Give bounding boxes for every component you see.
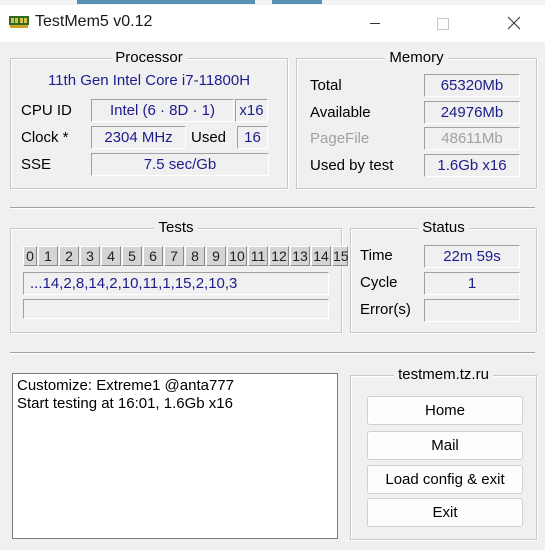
errors-value (424, 299, 520, 322)
pagefile-label: PageFile (310, 130, 370, 147)
log-line: Start testing at 16:01, 1.6Gb x16 (17, 395, 233, 412)
background-accent (77, 0, 255, 4)
test-cell: 6 (143, 246, 163, 266)
title-bar[interactable]: TestMem5 v0.12 (0, 5, 545, 42)
test-cell: 12 (269, 246, 289, 266)
test-cell: 13 (290, 246, 310, 266)
minimize-icon (370, 23, 380, 24)
mail-button[interactable]: Mail (367, 431, 523, 460)
processor-title: Processor (111, 49, 187, 66)
close-button[interactable] (491, 5, 537, 42)
maximize-icon (437, 18, 449, 30)
test-cell: 2 (59, 246, 79, 266)
test-cell: 15 (332, 246, 349, 266)
used-label: Used (191, 129, 227, 146)
cpu-threads-value: x16 (235, 99, 268, 122)
test-cell: 3 (80, 246, 100, 266)
tests-group: Tests 0 1 2 3 4 5 6 7 8 9 10 11 12 13 14 15 ...14,2,8,1… (10, 219, 349, 333)
tests-title: Tests (154, 219, 198, 236)
log-line: Customize: Extreme1 @anta777 (17, 377, 234, 394)
client-area: Processor 11th Gen Intel Core i7-11800H … (0, 42, 545, 550)
log-panel[interactable]: Customize: Extreme1 @anta777 Start testi… (12, 373, 338, 539)
minimize-button[interactable] (352, 5, 398, 42)
used-by-test-label: Used by test (310, 157, 394, 174)
window-title: TestMem5 v0.12 (35, 13, 153, 30)
exit-button[interactable]: Exit (367, 498, 523, 527)
test-cell: 4 (101, 246, 121, 266)
separator (10, 207, 535, 209)
test-progress-bar (23, 299, 329, 319)
memory-title: Memory (385, 49, 448, 66)
links-group: testmem.tz.ru Home Mail Load config & ex… (350, 366, 537, 540)
load-config-exit-button[interactable]: Load config & exit (367, 465, 523, 494)
memory-chip-icon (9, 16, 29, 28)
sse-label: SSE (21, 156, 52, 173)
test-indicator-row: 0 1 2 3 4 5 6 7 8 9 10 11 12 13 14 15 (23, 246, 349, 266)
available-label: Available (310, 104, 371, 121)
cycle-label: Cycle (360, 274, 398, 291)
test-cell: 10 (227, 246, 247, 266)
used-value: 16 (237, 126, 268, 149)
test-cell: 7 (164, 246, 184, 266)
pagefile-value: 48611Mb (424, 127, 520, 150)
cpu-id-value: Intel (6 · 8D · 1) (91, 99, 234, 122)
available-value: 24976Mb (424, 101, 520, 124)
maximize-button[interactable] (420, 5, 466, 42)
total-label: Total (310, 77, 342, 94)
close-icon (507, 16, 521, 30)
cycle-value: 1 (424, 272, 520, 295)
memory-group: Memory Total 65320Mb Available 24976Mb P… (296, 49, 537, 189)
sse-value: 7.5 sec/Gb (91, 153, 269, 176)
background-accent (272, 0, 322, 4)
test-cell: 1 (38, 246, 58, 266)
clock-label: Clock * (21, 129, 69, 146)
test-sequence: ...14,2,8,14,2,10,11,1,15,2,10,3 (23, 272, 329, 295)
time-label: Time (360, 247, 393, 264)
test-cell: 8 (185, 246, 205, 266)
test-cell: 5 (122, 246, 142, 266)
test-cell: 11 (248, 246, 268, 266)
clock-value: 2304 MHz (91, 126, 186, 149)
time-value: 22m 59s (424, 245, 520, 268)
total-value: 65320Mb (424, 74, 520, 97)
cpu-model: 11th Gen Intel Core i7-11800H (47, 72, 251, 89)
cpu-id-label: CPU ID (21, 102, 72, 119)
test-cell: 14 (311, 246, 331, 266)
status-group: Status Time 22m 59s Cycle 1 Error(s) (350, 219, 537, 333)
website-title: testmem.tz.ru (394, 366, 493, 383)
separator (10, 352, 535, 354)
status-title: Status (418, 219, 469, 236)
test-cell: 0 (23, 246, 37, 266)
home-button[interactable]: Home (367, 396, 523, 425)
errors-label: Error(s) (360, 301, 411, 318)
test-cell: 9 (206, 246, 226, 266)
processor-group: Processor 11th Gen Intel Core i7-11800H … (10, 49, 288, 189)
used-by-test-value: 1.6Gb x16 (424, 154, 520, 177)
